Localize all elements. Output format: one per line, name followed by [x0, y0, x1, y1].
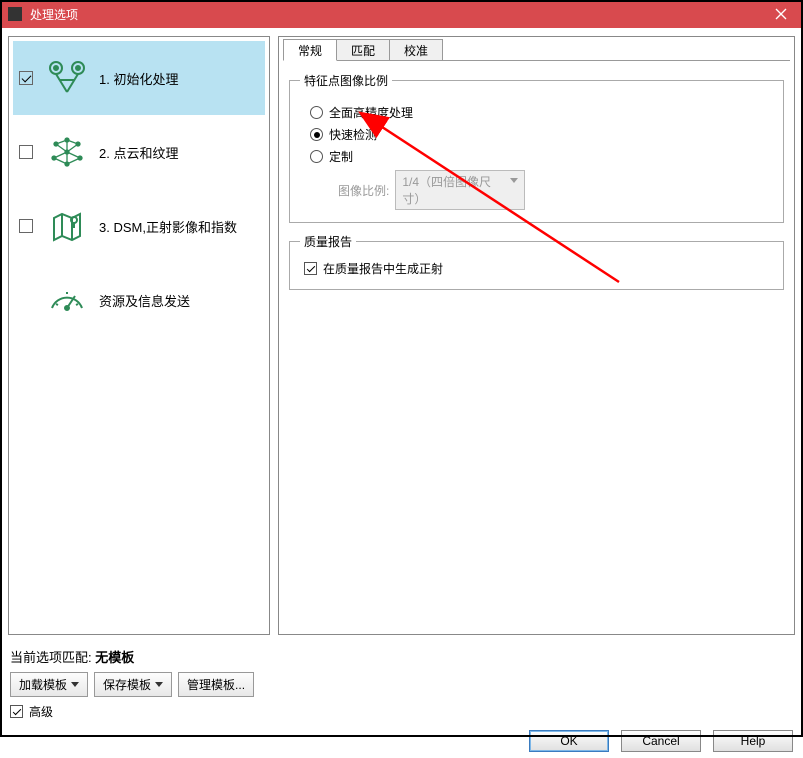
footer: 当前选项匹配: 无模板 加载模板 保存模板 管理模板... 高级	[0, 643, 803, 730]
ok-button[interactable]: OK	[529, 730, 609, 752]
sidebar-checkbox[interactable]	[19, 219, 33, 233]
titlebar: 处理选项	[0, 0, 803, 28]
image-scale-label: 图像比例:	[338, 182, 389, 199]
close-icon	[775, 8, 787, 20]
radio-icon[interactable]	[310, 106, 323, 119]
sidebar-item-label: 3. DSM,正射影像和指数	[99, 217, 237, 236]
checkbox-label: 在质量报告中生成正射	[323, 260, 443, 277]
chevron-down-icon	[155, 682, 163, 687]
sidebar-item-resources[interactable]: 资源及信息发送	[13, 263, 265, 337]
features-legend: 特征点图像比例	[300, 72, 392, 89]
tab-calibration[interactable]: 校准	[389, 39, 443, 61]
template-match-row: 当前选项匹配: 无模板	[10, 647, 793, 666]
image-scale-row: 图像比例: 1/4（四倍图像尺寸）	[338, 170, 773, 210]
sidebar-item-init[interactable]: 1. 初始化处理	[13, 41, 265, 115]
map-icon	[43, 205, 91, 247]
radio-icon[interactable]	[310, 150, 323, 163]
radio-icon[interactable]	[310, 128, 323, 141]
chevron-down-icon	[71, 682, 79, 687]
advanced-label: 高级	[29, 703, 53, 720]
sidebar-item-label: 2. 点云和纹理	[99, 143, 178, 162]
sidebar: 1. 初始化处理 2. 点云和纹理 3. DSM,正射影像和指数 资源及信息发送	[8, 36, 270, 635]
radio-label: 全面高精度处理	[329, 104, 413, 121]
match-value: 无模板	[95, 650, 134, 665]
radio-custom[interactable]: 定制	[310, 148, 773, 165]
features-group: 特征点图像比例 全面高精度处理 快速检测 定制 图像比例: 1/4（四倍图像尺寸…	[289, 72, 784, 223]
dialog-buttons: OK Cancel Help	[0, 730, 803, 758]
app-icon	[8, 7, 22, 21]
gauge-icon	[43, 279, 91, 321]
sidebar-checkbox[interactable]	[19, 71, 33, 85]
checkbox-icon[interactable]	[304, 262, 317, 275]
tab-general[interactable]: 常规	[283, 39, 337, 61]
content-panel: 常规 匹配 校准 特征点图像比例 全面高精度处理 快速检测 定制	[278, 36, 795, 635]
image-scale-select[interactable]: 1/4（四倍图像尺寸）	[395, 170, 525, 210]
sidebar-item-dsm[interactable]: 3. DSM,正射影像和指数	[13, 189, 265, 263]
window-title: 处理选项	[30, 6, 759, 23]
sidebar-item-pointcloud[interactable]: 2. 点云和纹理	[13, 115, 265, 189]
match-prefix: 当前选项匹配:	[10, 650, 95, 665]
network-icon	[43, 131, 91, 173]
close-button[interactable]	[759, 0, 803, 28]
advanced-checkbox[interactable]	[10, 705, 23, 718]
advanced-row[interactable]: 高级	[10, 703, 793, 720]
quality-legend: 质量报告	[300, 233, 356, 250]
quality-group: 质量报告 在质量报告中生成正射	[289, 233, 784, 290]
load-template-button[interactable]: 加载模板	[10, 672, 88, 697]
radio-label: 定制	[329, 148, 353, 165]
tabs: 常规 匹配 校准	[283, 39, 790, 61]
tab-matching[interactable]: 匹配	[336, 39, 390, 61]
help-button[interactable]: Help	[713, 730, 793, 752]
radio-fast[interactable]: 快速检测	[310, 126, 773, 143]
save-template-button[interactable]: 保存模板	[94, 672, 172, 697]
sidebar-item-label: 1. 初始化处理	[99, 69, 178, 88]
manage-template-button[interactable]: 管理模板...	[178, 672, 254, 697]
cancel-button[interactable]: Cancel	[621, 730, 701, 752]
radio-full[interactable]: 全面高精度处理	[310, 104, 773, 121]
radio-label: 快速检测	[329, 126, 377, 143]
sidebar-checkbox[interactable]	[19, 145, 33, 159]
gears-icon	[43, 57, 91, 99]
sidebar-item-label: 资源及信息发送	[99, 291, 190, 310]
quality-ortho-row[interactable]: 在质量报告中生成正射	[304, 260, 773, 277]
